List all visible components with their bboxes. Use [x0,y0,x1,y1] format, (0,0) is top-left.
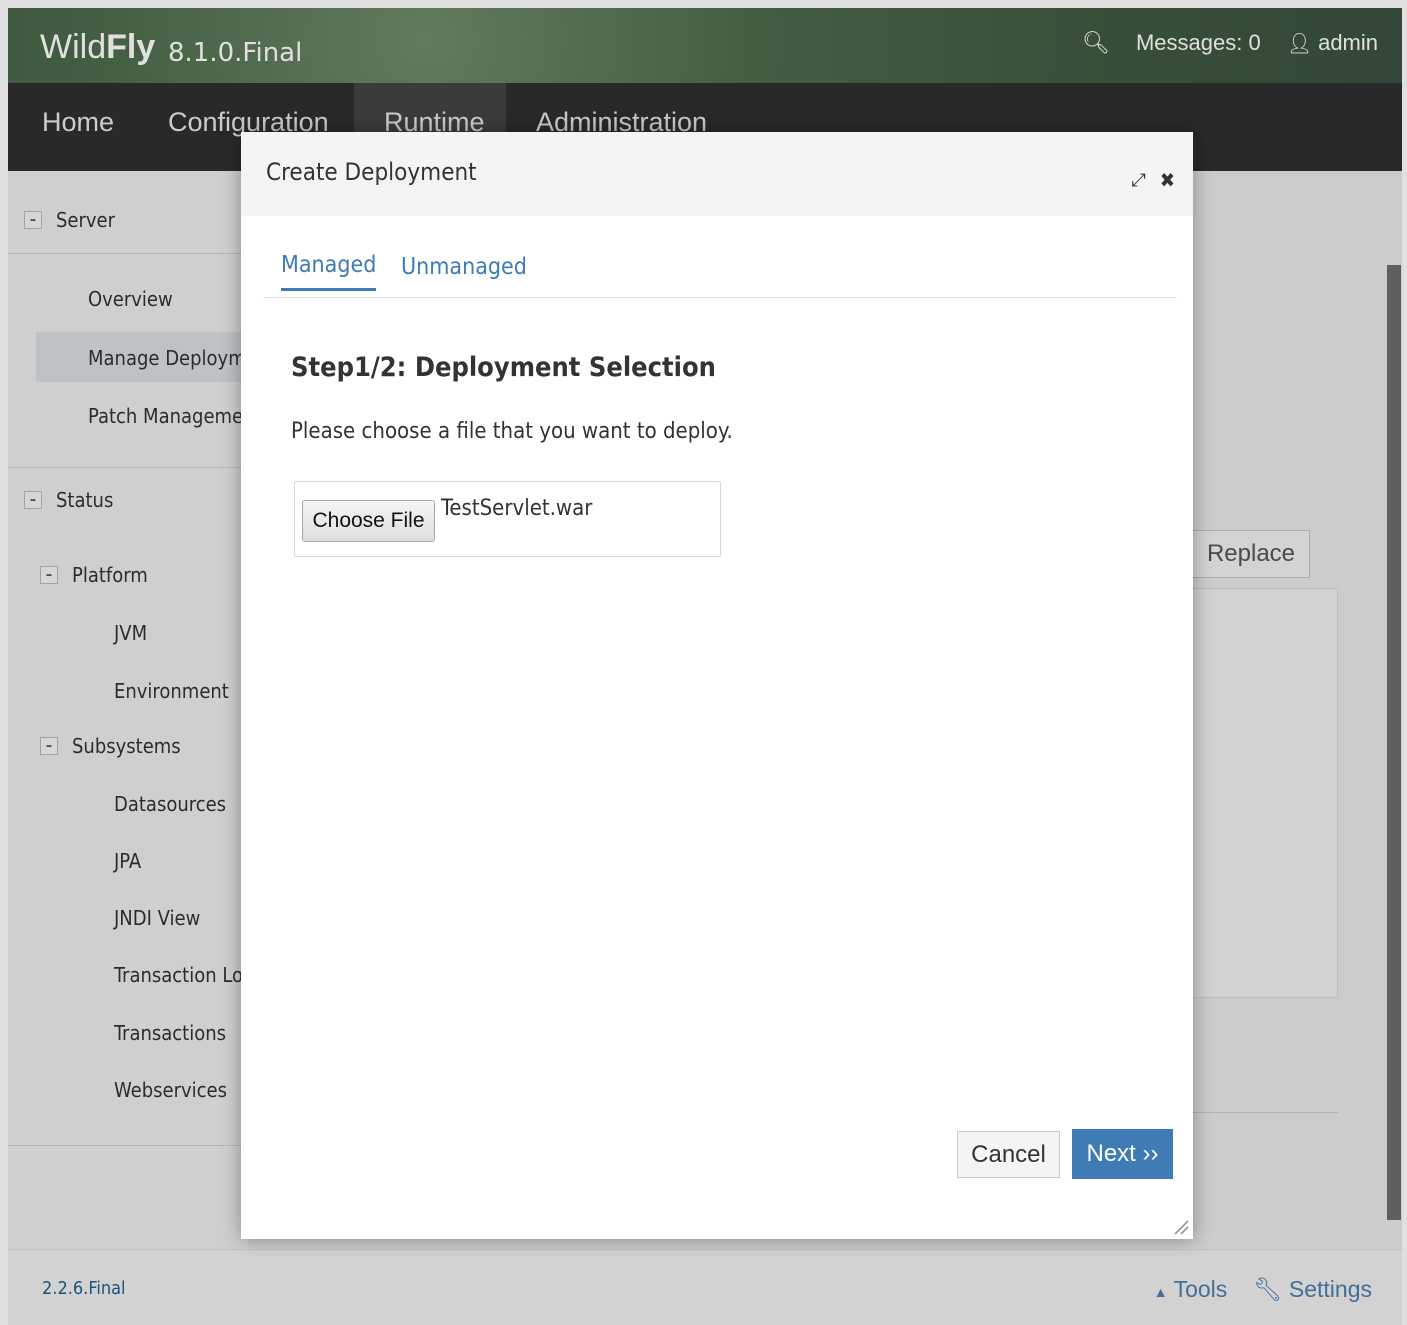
cancel-button[interactable]: Cancel [957,1131,1060,1178]
resize-handle-icon[interactable] [1171,1217,1189,1235]
maximize-icon[interactable]: ⤢ [1132,170,1146,191]
step-description: Please choose a file that you want to de… [291,419,733,444]
file-upload-field: Choose File TestServlet.war [294,481,721,557]
deployment-tabs: Managed Unmanaged [263,250,1177,298]
dialog-header: Create Deployment ⤢ ✖ [241,132,1193,216]
dialog-title: Create Deployment [266,158,477,186]
choose-file-button[interactable]: Choose File [302,500,435,542]
tab-unmanaged[interactable]: Unmanaged [401,254,527,280]
tab-managed[interactable]: Managed [281,252,377,291]
step-title: Step1/2: Deployment Selection [291,352,716,383]
create-deployment-dialog: Create Deployment ⤢ ✖ Managed Unmanaged … [241,132,1193,1239]
close-icon[interactable]: ✖ [1160,168,1175,192]
selected-file-name: TestServlet.war [441,496,593,521]
next-button[interactable]: Next ›› [1072,1129,1173,1179]
dialog-controls: ⤢ ✖ [1132,168,1175,192]
